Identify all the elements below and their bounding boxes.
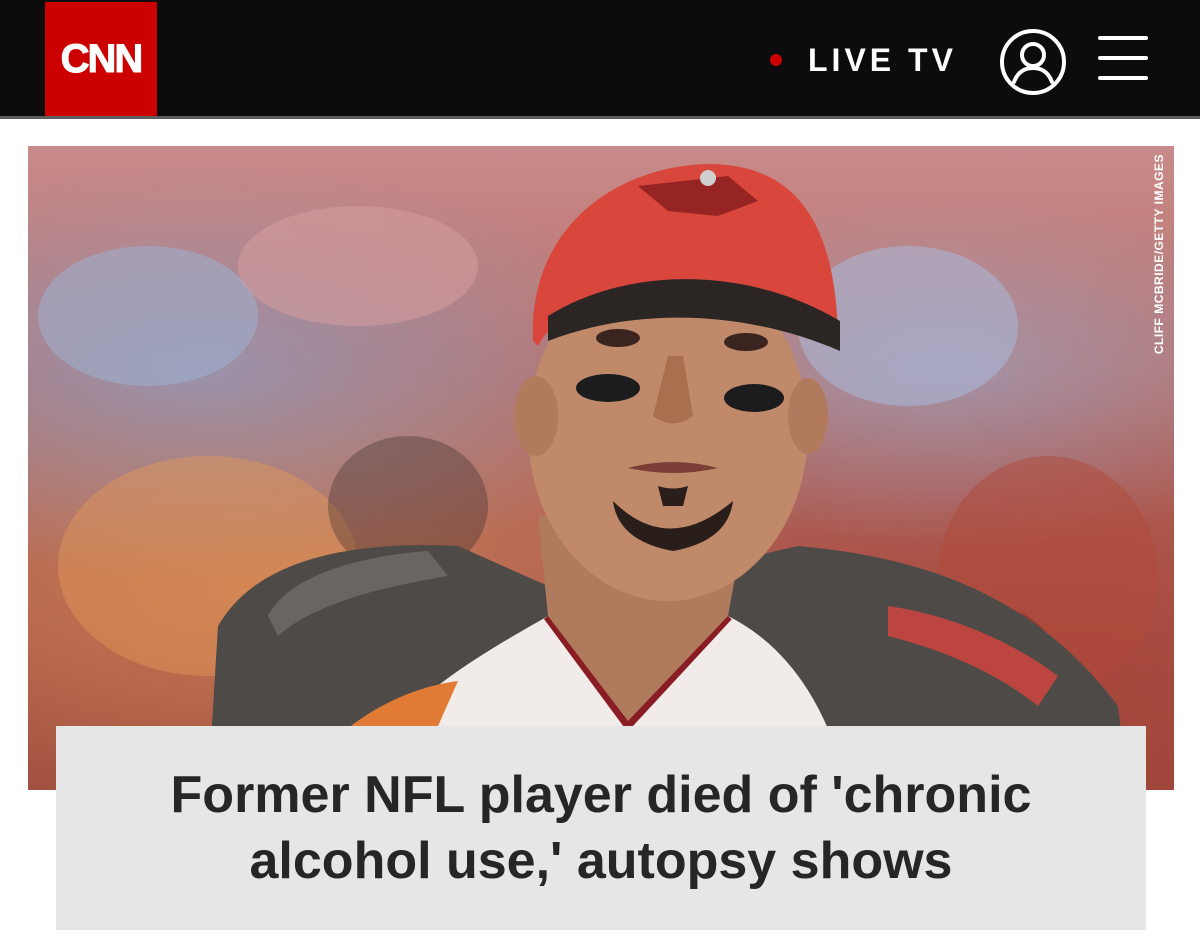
photo-credit: CLIFF MCBRIDE/GETTY IMAGES	[1152, 154, 1166, 355]
article-hero-image[interactable]: CLIFF MCBRIDE/GETTY IMAGES	[28, 146, 1174, 790]
headline-card[interactable]: Former NFL player died of 'chronic alcoh…	[56, 726, 1146, 930]
cnn-logo-text: CNN	[60, 36, 144, 81]
live-tv-label: LIVE TV	[808, 41, 957, 78]
header-divider	[0, 116, 1200, 119]
live-dot-icon	[770, 54, 782, 66]
site-header: CNN LIVE TV	[0, 0, 1200, 116]
menu-line	[1098, 76, 1148, 80]
cnn-logo[interactable]: CNN	[45, 2, 157, 116]
live-tv-link[interactable]: LIVE TV	[770, 40, 957, 80]
account-button[interactable]	[999, 28, 1067, 96]
account-icon	[1000, 29, 1066, 95]
menu-line	[1098, 36, 1148, 40]
menu-line	[1098, 56, 1148, 60]
hamburger-menu-icon[interactable]	[1098, 36, 1148, 82]
article-headline[interactable]: Former NFL player died of 'chronic alcoh…	[56, 762, 1146, 894]
player-photo	[38, 164, 1158, 790]
